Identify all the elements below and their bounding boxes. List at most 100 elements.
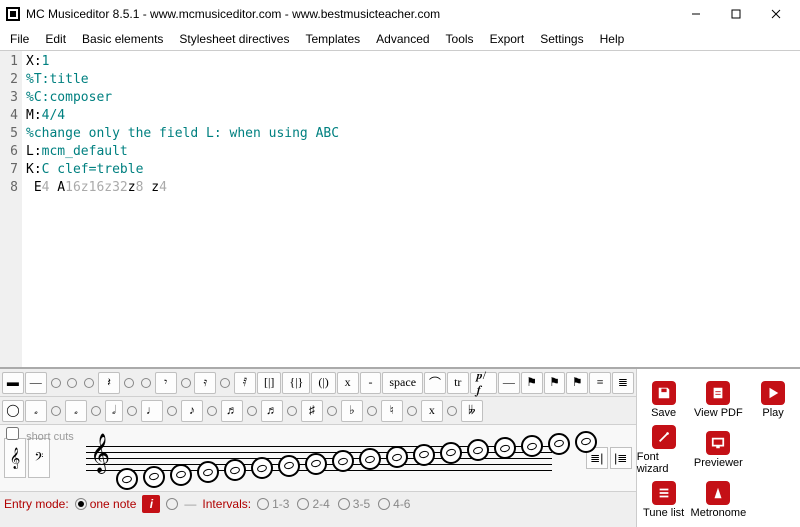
interval-option-4-6[interactable]: 4-6: [378, 497, 410, 511]
minimize-button[interactable]: [676, 0, 716, 28]
menu-settings[interactable]: Settings: [532, 30, 591, 48]
menu-advanced[interactable]: Advanced: [368, 30, 437, 48]
palette-btn-row2-0[interactable]: ◯: [2, 400, 24, 422]
staff-note-5[interactable]: [251, 457, 273, 479]
palette-btn-row1-27[interactable]: ≣: [612, 372, 634, 394]
menu-file[interactable]: File: [2, 30, 37, 48]
viewpdf-button[interactable]: View PDF: [691, 375, 747, 425]
palette-btn-row1-9[interactable]: [178, 372, 194, 394]
save-button[interactable]: Save: [637, 375, 691, 425]
palette-btn-row2-16[interactable]: [324, 400, 340, 422]
palette-btn-row2-20[interactable]: [404, 400, 420, 422]
shortcuts-check-input[interactable]: [6, 427, 19, 440]
palette-btn-row1-26[interactable]: ≡: [589, 372, 611, 394]
entry-mode-radio-b[interactable]: [166, 498, 178, 510]
staff-note-0[interactable]: [116, 468, 138, 490]
palette-btn-row2-21[interactable]: x: [421, 400, 443, 422]
palette-btn-row2-4[interactable]: [88, 400, 104, 422]
palette-btn-row2-14[interactable]: [284, 400, 300, 422]
entry-info-button[interactable]: i: [142, 495, 160, 513]
palette-btn-row1-10[interactable]: 𝄿: [194, 372, 216, 394]
palette-btn-row1-7[interactable]: [138, 372, 154, 394]
palette-btn-row2-22[interactable]: [444, 400, 460, 422]
menu-basic-elements[interactable]: Basic elements: [74, 30, 171, 48]
staff-note-6[interactable]: [278, 455, 300, 477]
palette-btn-row2-10[interactable]: [204, 400, 220, 422]
metronome-button[interactable]: Metronome: [691, 475, 747, 525]
menu-edit[interactable]: Edit: [37, 30, 74, 48]
palette-btn-row2-2[interactable]: [48, 400, 64, 422]
palette-btn-row2-18[interactable]: [364, 400, 380, 422]
palette-btn-row1-3[interactable]: [65, 372, 81, 394]
treble-clef-button[interactable]: 𝄞: [4, 438, 26, 478]
palette-btn-row2-15[interactable]: ♯: [301, 400, 323, 422]
palette-btn-row1-12[interactable]: 𝅀: [234, 372, 256, 394]
palette-btn-row1-22[interactable]: —: [498, 372, 520, 394]
palette-btn-row2-6[interactable]: [124, 400, 140, 422]
staff-note-14[interactable]: [494, 437, 516, 459]
palette-btn-row1-0[interactable]: ▬: [2, 372, 24, 394]
palette-btn-row2-23[interactable]: 𝄫: [461, 400, 483, 422]
palette-btn-row2-8[interactable]: [164, 400, 180, 422]
staff[interactable]: 𝄞: [56, 432, 582, 484]
palette-btn-row2-5[interactable]: 𝅗𝅥: [105, 400, 123, 422]
code-area[interactable]: X:1%T:title%C:composerM:4/4%change only …: [22, 51, 800, 367]
palette-btn-row1-15[interactable]: (|): [311, 372, 335, 394]
palette-btn-row2-7[interactable]: ♩: [141, 400, 163, 422]
interval-option-2-4[interactable]: 2-4: [297, 497, 329, 511]
fontwizard-button[interactable]: Font wizard: [637, 425, 691, 475]
palette-btn-row1-11[interactable]: [217, 372, 233, 394]
menu-export[interactable]: Export: [482, 30, 533, 48]
palette-btn-row1-13[interactable]: [|]: [257, 372, 281, 394]
staff-note-16[interactable]: [548, 433, 570, 455]
palette-btn-row1-17[interactable]: -: [360, 372, 382, 394]
staff-note-3[interactable]: [197, 461, 219, 483]
palette-btn-row2-12[interactable]: [244, 400, 260, 422]
staff-note-9[interactable]: [359, 448, 381, 470]
palette-btn-row1-14[interactable]: {|}: [282, 372, 310, 394]
play-button[interactable]: Play: [746, 375, 800, 425]
entry-mode-one-note[interactable]: one note: [75, 497, 137, 511]
palette-btn-row2-3[interactable]: 𝅗: [65, 400, 87, 422]
interval-option-3-5[interactable]: 3-5: [338, 497, 370, 511]
staff-note-17[interactable]: [575, 431, 597, 453]
interval-option-1-3[interactable]: 1-3: [257, 497, 289, 511]
maximize-button[interactable]: [716, 0, 756, 28]
palette-btn-row2-19[interactable]: ♮: [381, 400, 403, 422]
menu-tools[interactable]: Tools: [438, 30, 482, 48]
palette-btn-row1-8[interactable]: 𝄾: [155, 372, 177, 394]
palette-btn-row1-16[interactable]: x: [337, 372, 359, 394]
palette-btn-row1-24[interactable]: ⚑: [544, 372, 566, 394]
palette-btn-row1-5[interactable]: 𝄽: [98, 372, 120, 394]
palette-btn-row1-20[interactable]: tr: [447, 372, 469, 394]
staff-note-7[interactable]: [305, 453, 327, 475]
palette-btn-row1-18[interactable]: space: [382, 372, 423, 394]
staff-note-12[interactable]: [440, 442, 462, 464]
staff-note-11[interactable]: [413, 444, 435, 466]
palette-btn-row2-13[interactable]: ♬: [261, 400, 283, 422]
staff-note-2[interactable]: [170, 464, 192, 486]
staff-layout-button-2[interactable]: |≣: [610, 447, 632, 469]
staff-note-1[interactable]: [143, 466, 165, 488]
editor[interactable]: 12345678 X:1%T:title%C:composerM:4/4%cha…: [0, 50, 800, 367]
palette-btn-row1-1[interactable]: —: [25, 372, 47, 394]
previewer-button[interactable]: Previewer: [691, 425, 747, 475]
palette-btn-row2-11[interactable]: ♬: [221, 400, 243, 422]
bass-clef-button[interactable]: 𝄢: [28, 438, 50, 478]
palette-btn-row1-19[interactable]: ⌒: [424, 372, 446, 394]
palette-btn-row1-4[interactable]: [81, 372, 97, 394]
tunelist-button[interactable]: Tune list: [637, 475, 691, 525]
palette-btn-row2-17[interactable]: ♭: [341, 400, 363, 422]
palette-btn-row1-21[interactable]: 𝆏/𝆑: [470, 372, 497, 394]
close-button[interactable]: [756, 0, 796, 28]
palette-btn-row2-9[interactable]: ♪: [181, 400, 203, 422]
palette-btn-row1-2[interactable]: [48, 372, 64, 394]
palette-btn-row1-6[interactable]: [121, 372, 137, 394]
staff-note-15[interactable]: [521, 435, 543, 457]
palette-btn-row1-23[interactable]: ⚑: [521, 372, 543, 394]
staff-note-10[interactable]: [386, 446, 408, 468]
menu-help[interactable]: Help: [592, 30, 633, 48]
palette-btn-row1-25[interactable]: ⚑: [566, 372, 588, 394]
menu-templates[interactable]: Templates: [297, 30, 368, 48]
palette-btn-row2-1[interactable]: 𝅗: [25, 400, 47, 422]
